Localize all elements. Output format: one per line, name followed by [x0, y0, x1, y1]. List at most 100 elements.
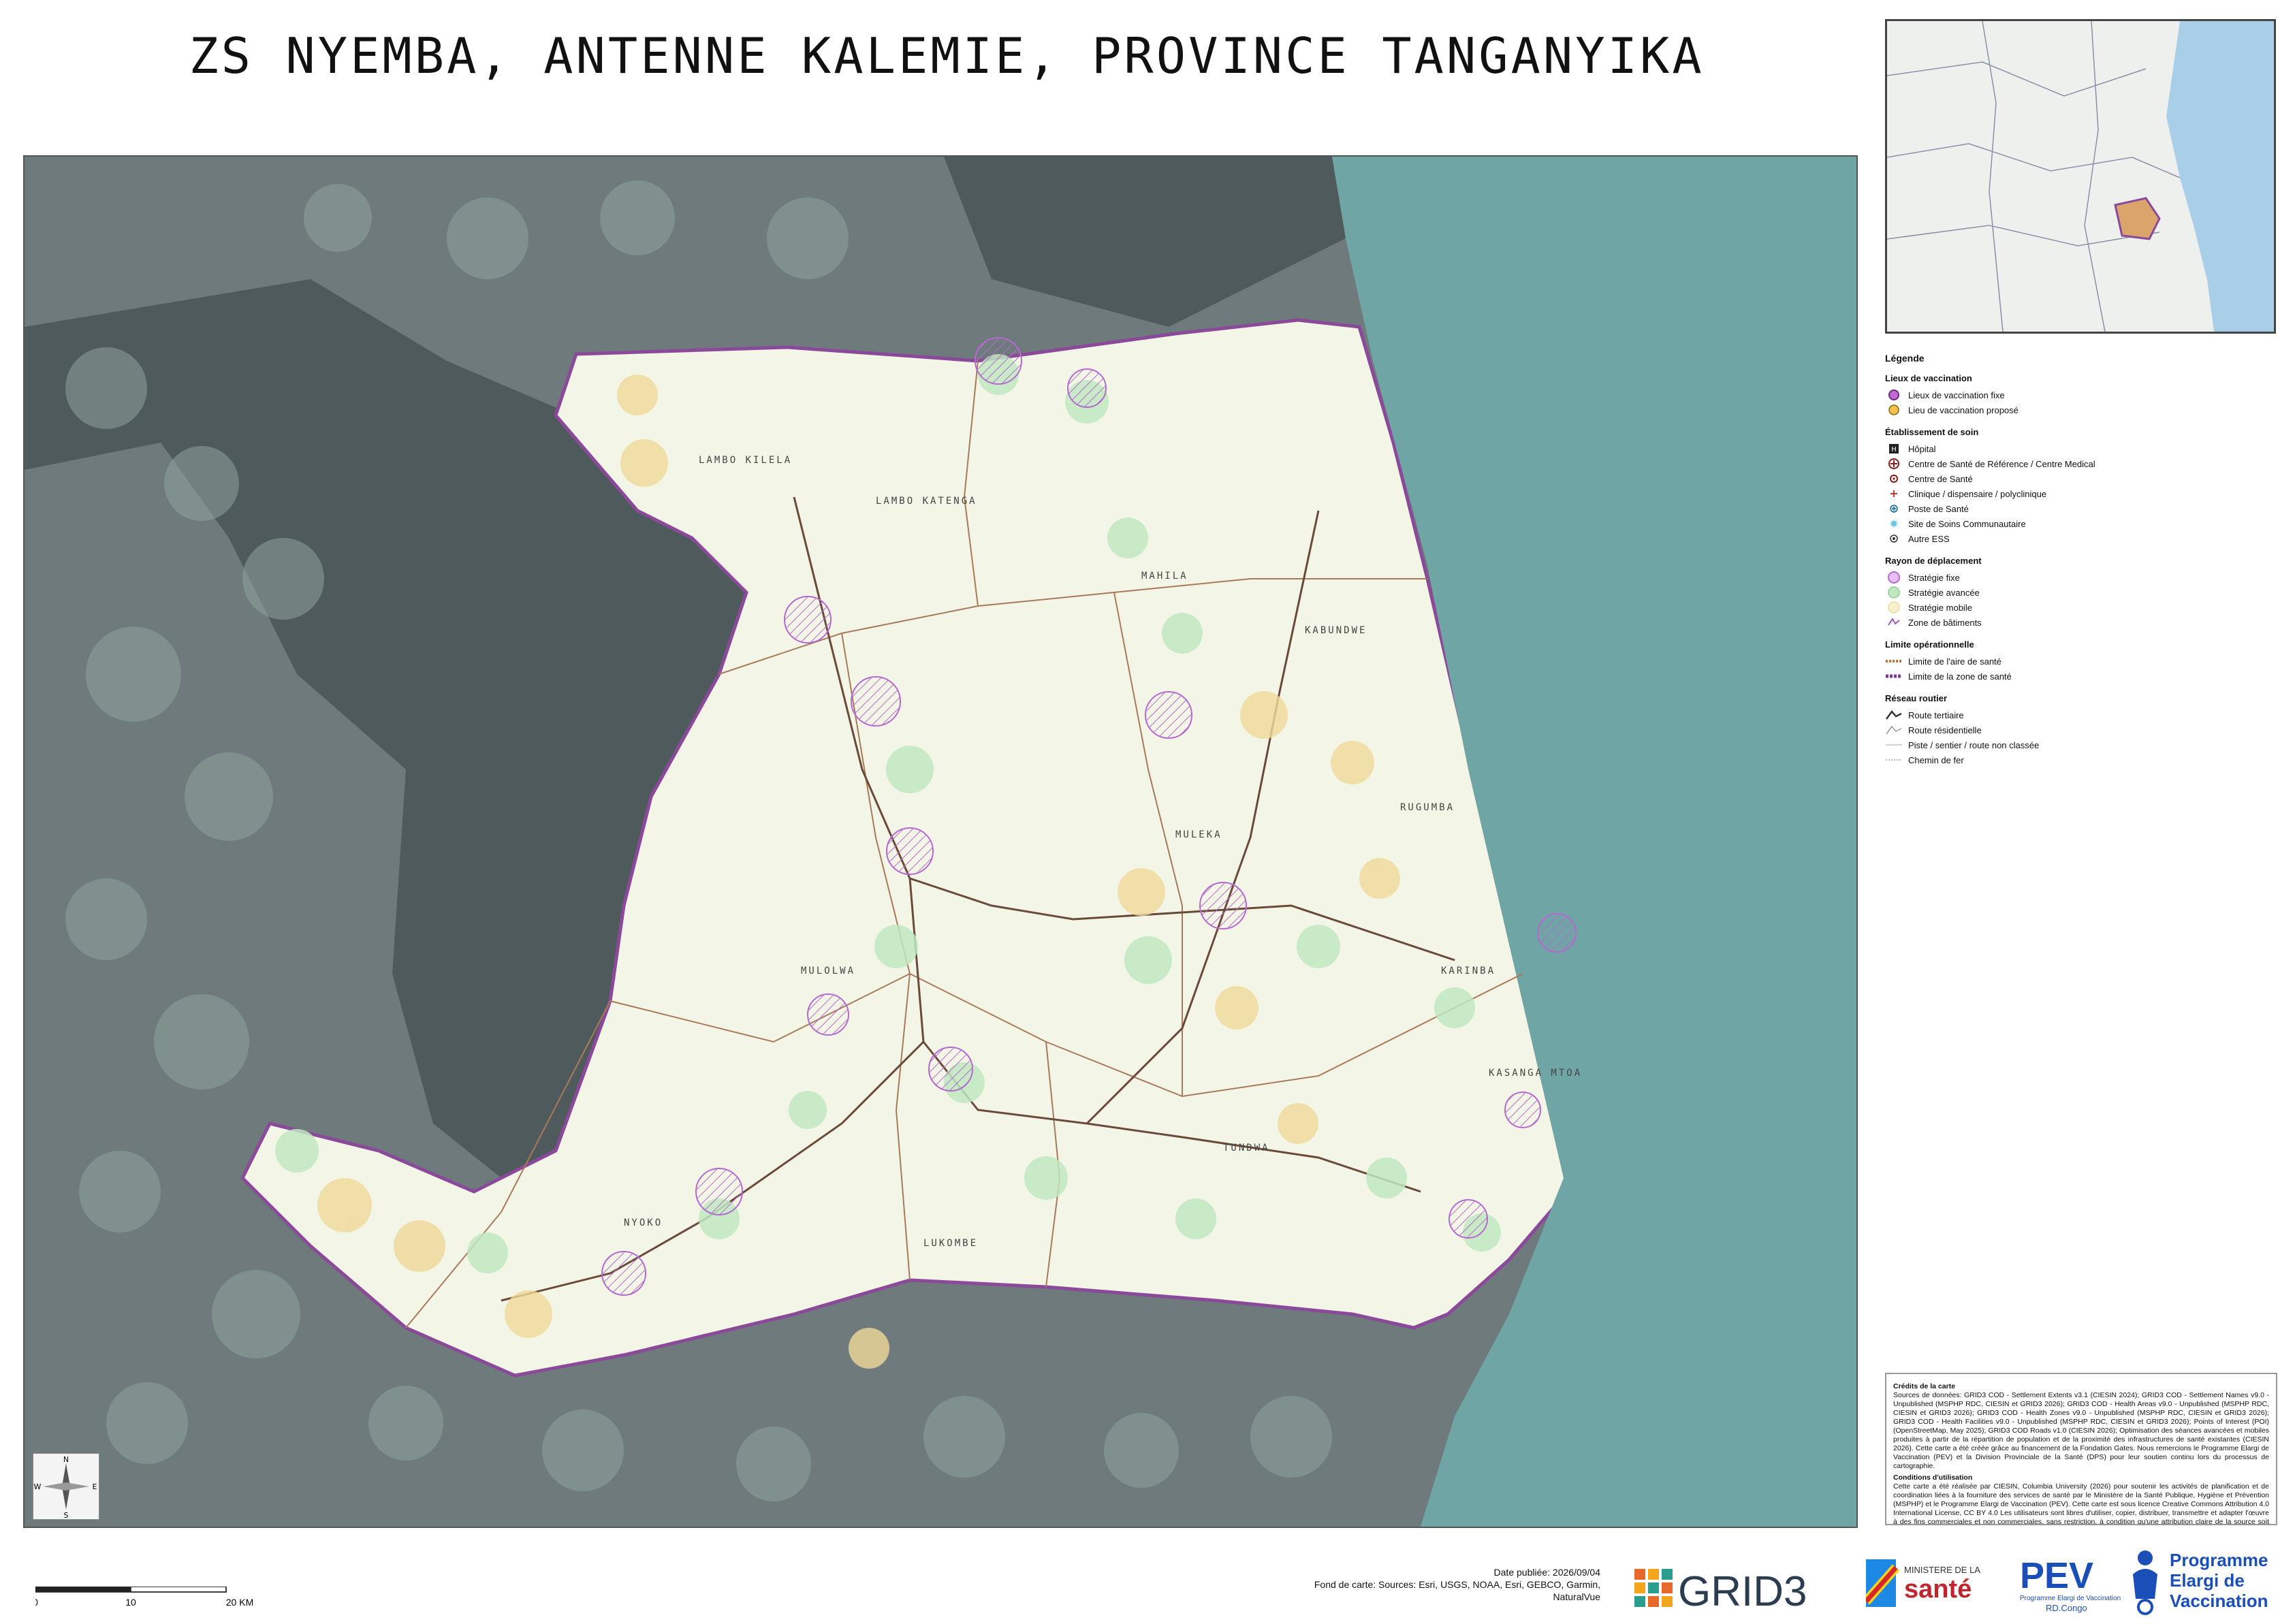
- south-label: S: [64, 1511, 69, 1519]
- legend-item: Limite de la zone de santé: [1885, 669, 2280, 684]
- scale-label: 20 KM: [226, 1597, 253, 1608]
- mobile-strategy-icon: [1885, 601, 1903, 614]
- credits-text: Sources de données: GRID3 COD - Settleme…: [1893, 1391, 2269, 1470]
- health-zone-limit-icon: [1885, 673, 1903, 680]
- legend-item: Limite de l'aire de santé: [1885, 654, 2280, 669]
- area-label: MULOLWA: [801, 966, 855, 976]
- pev-country: RD.Congo: [2046, 1603, 2087, 1613]
- legend-label: Autre ESS: [1908, 533, 1950, 544]
- scale-label: 10: [125, 1597, 136, 1608]
- legend-item: Autre ESS: [1885, 531, 2280, 546]
- ministry-logo: MINISTERE DE LA santé: [1862, 1554, 2002, 1619]
- residential-road-icon: [1885, 725, 1903, 735]
- area-label: LUKOMBE: [923, 1238, 978, 1249]
- pev-logo: PEV Programme Elargi de Vaccination RD.C…: [2019, 1553, 2121, 1621]
- west-label: W: [34, 1482, 42, 1491]
- legend-label: Limite de la zone de santé: [1908, 671, 2012, 682]
- pev-wordmark: PEV: [2020, 1555, 2093, 1596]
- legend-label: Stratégie avancée: [1908, 587, 1980, 598]
- svg-text:H: H: [1891, 446, 1897, 453]
- legend-label: Lieu de vaccination proposé: [1908, 404, 2019, 415]
- area-label: LAMBO KATENGA: [876, 496, 977, 507]
- other-ess-icon: [1885, 534, 1903, 543]
- legend-label: Centre de Santé de Référence / Centre Me…: [1908, 458, 2095, 469]
- legend-label: Poste de Santé: [1908, 503, 1969, 514]
- area-label: MULEKA: [1175, 829, 1222, 840]
- publication-date: Date publiée: 2026/09/04: [1493, 1567, 1600, 1578]
- credits-box: Crédits de la carte Sources de données: …: [1885, 1373, 2277, 1525]
- legend-item: Route résidentielle: [1885, 722, 2280, 737]
- area-label: LAMBO KILELA: [699, 455, 792, 466]
- community-site-icon: [1885, 519, 1903, 528]
- scale-label: 0: [35, 1597, 38, 1608]
- legend-label: Stratégie fixe: [1908, 572, 1960, 583]
- railway-icon: [1885, 757, 1903, 763]
- legend-item: Stratégie avancée: [1885, 585, 2280, 600]
- programme-line-2: Elargi de: [2170, 1570, 2245, 1591]
- legend: Légende Lieux de vaccination Lieux de va…: [1885, 346, 2280, 767]
- area-label: KARINBA: [1441, 966, 1495, 976]
- conditions-heading: Conditions d'utilisation: [1893, 1474, 1973, 1482]
- legend-section-heading: Lieux de vaccination: [1885, 373, 1972, 383]
- legend-label: Stratégie mobile: [1908, 602, 1972, 613]
- legend-item: Zone de bâtiments: [1885, 615, 2280, 630]
- legend-title: Légende: [1885, 353, 1925, 364]
- legend-label: Hôpital: [1908, 443, 1936, 454]
- grid3-logo: GRID3: [1634, 1559, 1811, 1617]
- legend-label: Site de Soins Communautaire: [1908, 518, 2026, 529]
- area-label: MAHILA: [1141, 571, 1188, 582]
- legend-item: Route tertiaire: [1885, 707, 2280, 722]
- legend-item: Piste / sentier / route non classée: [1885, 737, 2280, 752]
- tertiary-road-icon: [1885, 710, 1903, 720]
- legend-label: Limite de l'aire de santé: [1908, 656, 2001, 667]
- east-label: E: [93, 1482, 97, 1491]
- credits-heading: Crédits de la carte: [1893, 1382, 1956, 1390]
- legend-item: Centre de Santé de Référence / Centre Me…: [1885, 456, 2280, 471]
- track-icon: [1885, 742, 1903, 748]
- legend-label: Zone de bâtiments: [1908, 617, 1982, 628]
- vaccination-family-icon: [2133, 1550, 2157, 1615]
- health-area-limit-icon: [1885, 658, 1903, 665]
- publication-info: Date publiée: 2026/09/04 Fond de carte: …: [1280, 1566, 1600, 1603]
- fixed-vaccination-icon: [1885, 389, 1903, 401]
- proposed-vaccination-icon: [1885, 404, 1903, 416]
- legend-label: Route tertiaire: [1908, 710, 1964, 720]
- compass-icon: N S E W: [34, 1455, 97, 1520]
- ministry-top-text: MINISTERE DE LA: [1904, 1565, 1980, 1575]
- area-label: RUGUMBA: [1400, 802, 1455, 813]
- legend-label: Route résidentielle: [1908, 725, 1982, 735]
- legend-label: Clinique / dispensaire / polyclinique: [1908, 488, 2047, 499]
- legend-item: Lieux de vaccination fixe: [1885, 387, 2280, 402]
- legend-section-heading: Rayon de déplacement: [1885, 556, 1982, 566]
- inset-map: [1885, 19, 2276, 334]
- legend-item: Poste de Santé: [1885, 501, 2280, 516]
- legend-item: Site de Soins Communautaire: [1885, 516, 2280, 531]
- reference-center-icon: [1885, 458, 1903, 469]
- programme-line-1: Programme: [2170, 1550, 2268, 1570]
- hospital-icon: H: [1885, 443, 1903, 454]
- conditions-text: Cette carte a été réalisée par CIESIN, C…: [1893, 1482, 2269, 1525]
- legend-item: Clinique / dispensaire / polyclinique: [1885, 486, 2280, 501]
- programme-logo: Programme Elargi de Vaccination: [2125, 1544, 2281, 1623]
- health-center-icon: [1885, 474, 1903, 483]
- legend-label: Centre de Santé: [1908, 473, 1973, 484]
- legend-item: H Hôpital: [1885, 441, 2280, 456]
- area-label: NYOKO: [624, 1217, 663, 1228]
- scale-bar-graphic: 0 10 20 KM: [33, 1586, 253, 1608]
- inset-canvas: [1887, 21, 2274, 332]
- scale-bar: 0 10 20 KM: [33, 1586, 281, 1624]
- legend-section-heading: Limite opérationnelle: [1885, 639, 1974, 650]
- legend-item: Stratégie mobile: [1885, 600, 2280, 615]
- north-label: N: [63, 1455, 69, 1464]
- legend-section-heading: Réseau routier: [1885, 693, 1948, 703]
- page-title: ZS NYEMBA, ANTENNE KALEMIE, PROVINCE TAN…: [189, 27, 1705, 84]
- building-zone-icon: [1885, 617, 1903, 628]
- main-map[interactable]: LAMBO KILELA LAMBO KATENGA MULOLWA MULEK…: [23, 155, 1858, 1528]
- legend-item: Stratégie fixe: [1885, 570, 2280, 585]
- legend-label: Lieux de vaccination fixe: [1908, 389, 2005, 400]
- legend-item: Chemin de fer: [1885, 752, 2280, 767]
- fixed-strategy-icon: [1885, 571, 1903, 584]
- grid3-mark-icon: [1634, 1569, 1673, 1607]
- ministry-main-text: santé: [1904, 1575, 1972, 1604]
- drc-flag-icon: [1862, 1559, 1900, 1607]
